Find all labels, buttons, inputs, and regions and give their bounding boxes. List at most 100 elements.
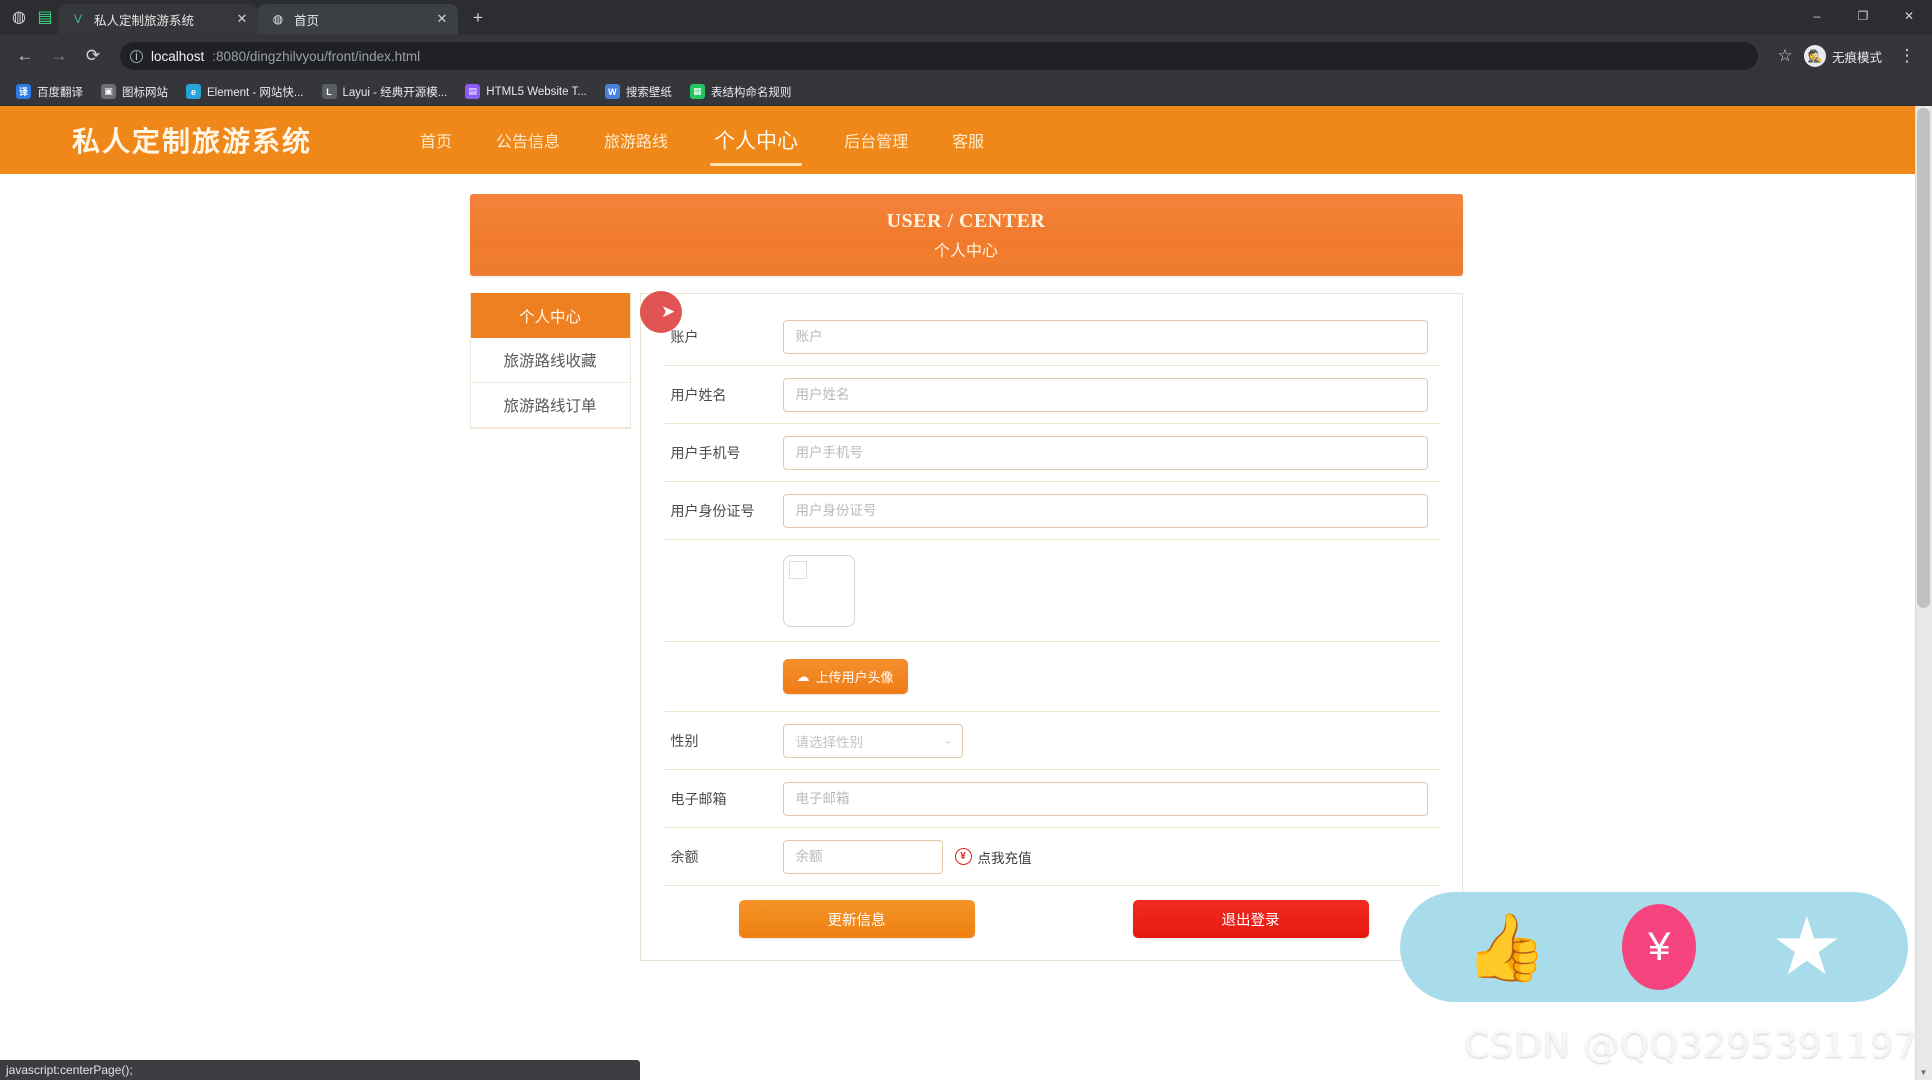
label-email: 电子邮箱 xyxy=(670,790,727,807)
label-idcard: 用户身份证号 xyxy=(670,502,755,519)
control-phone xyxy=(782,435,1440,470)
control-idcard xyxy=(782,493,1440,528)
chrome-logo-icon: ◍ xyxy=(12,9,26,26)
bookmark-item-1[interactable]: ▣ 图标网站 xyxy=(93,81,176,103)
bookmark-1-label: 图标网站 xyxy=(122,86,168,99)
back-button[interactable]: ← xyxy=(10,41,40,71)
incognito-indicator[interactable]: 🕵 无痕模式 xyxy=(1802,43,1890,69)
bookmark-6-label: 表结构命名规则 xyxy=(710,86,792,99)
nav-item-routes[interactable]: 旅游路线 xyxy=(582,106,690,174)
bookmark-item-6[interactable]: ▦ 表结构命名规则 xyxy=(682,81,800,103)
chrome-menu-icon[interactable]: ⋮ xyxy=(1892,41,1922,71)
username-input[interactable] xyxy=(782,377,1428,412)
incognito-icon: 🕵 xyxy=(1803,45,1826,67)
label-phone: 用户手机号 xyxy=(670,444,741,461)
bookmark-3-icon: L xyxy=(321,84,337,99)
close-button[interactable]: ✕ xyxy=(1886,0,1932,32)
banner-title-en: USER / CENTER xyxy=(886,209,1046,232)
csdn-watermark: CSDN @QQ3295391197 xyxy=(1464,1025,1918,1066)
balance-input[interactable] xyxy=(782,839,943,874)
label-username: 用户姓名 xyxy=(670,386,727,403)
bookmark-item-2[interactable]: e Element - 网站快... xyxy=(178,81,312,103)
logout-button[interactable]: 退出登录 xyxy=(1132,900,1369,938)
nav-item-user-center[interactable]: 个人中心 xyxy=(690,106,822,174)
idcard-input[interactable] xyxy=(782,493,1428,528)
tab-0-title: 私人定制旅游系统 xyxy=(94,13,195,28)
bookmark-5-label: 搜索壁纸 xyxy=(625,86,672,99)
control-balance: ¥ 点我充值 xyxy=(782,839,1440,874)
sidebar-item-route-favorites[interactable]: 旅游路线收藏 xyxy=(470,338,630,383)
maximize-button[interactable]: ❐ xyxy=(1840,0,1886,32)
site-header: 私人定制旅游系统 首页 公告信息 旅游路线 个人中心 后台管理 客服 xyxy=(0,106,1932,174)
nav-item-home[interactable]: 首页 xyxy=(398,106,474,174)
nav-item-admin[interactable]: 后台管理 xyxy=(822,106,930,174)
tab-1-close-icon[interactable]: ✕ xyxy=(434,11,450,27)
coin-icon[interactable]: ¥ xyxy=(1622,904,1697,990)
yen-coin-icon: ¥ xyxy=(954,848,972,865)
address-bar[interactable]: i localhost :8080/dingzhilvyou/front/inde… xyxy=(120,42,1758,70)
control-gender: 请选择性别 ⌄ xyxy=(782,723,1440,758)
nav-item-support[interactable]: 客服 xyxy=(930,106,1006,174)
thumbs-up-icon[interactable]: 👍 xyxy=(1465,914,1547,980)
minimize-button[interactable]: – xyxy=(1794,0,1840,32)
page-scrollbar[interactable]: ▲ ▼ xyxy=(1915,106,1932,1080)
control-email xyxy=(782,781,1440,816)
tab-0[interactable]: V 私人定制旅游系统 ✕ xyxy=(58,4,258,34)
user-profile-form: 账户 用户姓名 用户手机号 xyxy=(639,293,1463,961)
scrollbar-thumb[interactable] xyxy=(1917,108,1930,608)
bookmarks-bar: 译 百度翻译 ▣ 图标网站 e Element - 网站快... L Layui… xyxy=(0,78,1932,106)
label-account: 账户 xyxy=(670,328,699,345)
bookmark-item-5[interactable]: W 搜索壁纸 xyxy=(597,81,680,103)
content-inner: 个人中心 旅游路线收藏 旅游路线订单 账户 用户姓名 xyxy=(469,293,1463,961)
form-row-email: 电子邮箱 xyxy=(662,770,1440,828)
status-bar-text: javascript:centerPage(); xyxy=(6,1063,133,1077)
star-icon[interactable]: ★ xyxy=(1771,907,1843,987)
gender-select[interactable]: 请选择性别 xyxy=(782,723,963,758)
tab-strip: ◍ ▤ V 私人定制旅游系统 ✕ ◍ 首页 ✕ + – ❐ ✕ xyxy=(0,0,1932,34)
toolbar-right-actions: ☆ 🕵 无痕模式 ⋮ xyxy=(1770,41,1922,71)
form-row-upload: ☁ 上传用户头像 xyxy=(662,642,1440,712)
bookmark-2-label: Element - 网站快... xyxy=(207,86,304,99)
bookmark-3-label: Layui - 经典开源模... xyxy=(342,86,448,99)
update-info-button[interactable]: 更新信息 xyxy=(738,900,975,938)
gender-select-wrapper[interactable]: 请选择性别 ⌄ xyxy=(782,723,963,758)
reload-button[interactable]: ⟳ xyxy=(78,41,108,71)
email-input[interactable] xyxy=(782,781,1428,816)
label-balance: 余额 xyxy=(670,848,699,865)
phone-input[interactable] xyxy=(782,435,1428,470)
site-brand[interactable]: 私人定制旅游系统 xyxy=(72,120,312,160)
bookmark-item-0[interactable]: 译 百度翻译 xyxy=(8,81,91,103)
csdn-floating-widget[interactable]: 👍 ¥ ★ xyxy=(1400,892,1908,1002)
tab-group-icon-green[interactable]: ▤ xyxy=(32,0,58,34)
tab-1[interactable]: ◍ 首页 ✕ xyxy=(258,4,458,34)
upload-avatar-button[interactable]: ☁ 上传用户头像 xyxy=(782,659,908,694)
url-path: :8080/dingzhilvyou/front/index.html xyxy=(212,48,421,64)
cloud-upload-icon: ☁ xyxy=(796,668,810,684)
account-input[interactable] xyxy=(782,319,1428,354)
vue-favicon-icon: V xyxy=(73,12,82,26)
bookmark-star-icon[interactable]: ☆ xyxy=(1770,41,1800,71)
upload-avatar-label: 上传用户头像 xyxy=(815,670,894,685)
sidebar-item-user-center[interactable]: 个人中心 xyxy=(470,293,630,338)
bookmark-item-3[interactable]: L Layui - 经典开源模... xyxy=(314,81,456,103)
bookmark-item-4[interactable]: ▤ HTML5 Website T... xyxy=(457,81,595,102)
bookmark-0-label: 百度翻译 xyxy=(37,86,83,99)
form-row-account: 账户 xyxy=(662,308,1440,366)
scroll-down-arrow-icon[interactable]: ▼ xyxy=(1918,1068,1929,1077)
control-avatar xyxy=(782,554,1440,627)
control-upload: ☁ 上传用户头像 xyxy=(782,659,1440,694)
form-actions: 更新信息 退出登录 xyxy=(663,886,1440,960)
sidebar-item-route-orders[interactable]: 旅游路线订单 xyxy=(470,383,630,428)
url-host: localhost xyxy=(151,48,205,64)
forward-button[interactable]: → xyxy=(44,41,74,71)
bookmark-2-icon: e xyxy=(186,84,201,99)
incognito-label: 无痕模式 xyxy=(1831,50,1882,65)
control-account xyxy=(782,319,1440,354)
new-tab-button[interactable]: + xyxy=(464,4,492,32)
tab-0-close-icon[interactable]: ✕ xyxy=(234,11,250,27)
site-info-icon[interactable]: i xyxy=(130,49,143,63)
recharge-link[interactable]: ¥ 点我充值 xyxy=(954,847,1032,867)
nav-item-announcements[interactable]: 公告信息 xyxy=(474,106,582,174)
bookmark-4-icon: ▤ xyxy=(465,84,481,99)
bookmark-5-icon: W xyxy=(604,84,620,99)
